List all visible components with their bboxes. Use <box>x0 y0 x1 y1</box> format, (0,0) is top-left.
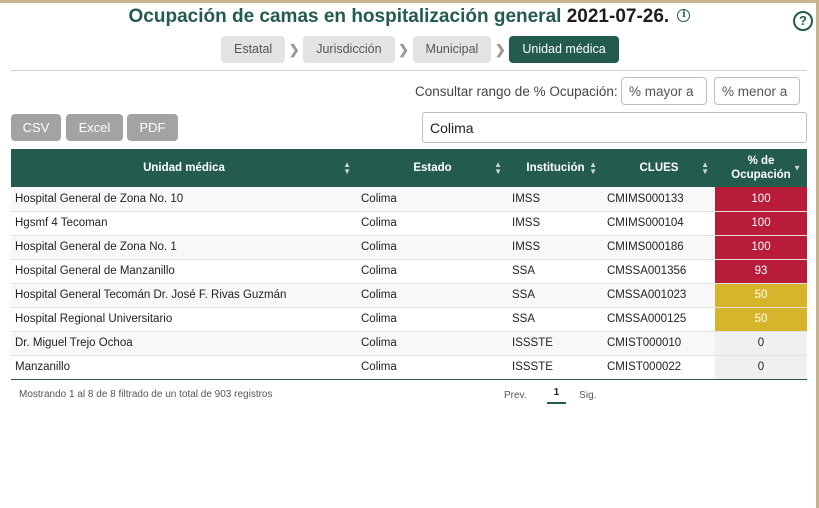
breadcrumb: Estatal ❯ Jurisdicción ❯ Municipal ❯ Uni… <box>221 36 619 63</box>
cell-ocupacion: 93 <box>715 259 807 283</box>
breadcrumb-municipal[interactable]: Municipal <box>412 36 492 63</box>
cell-unidad: Hospital General de Zona No. 10 <box>15 192 184 205</box>
breadcrumb-jurisdiccion[interactable]: Jurisdicción <box>303 36 395 63</box>
cell-clues: CMIMS000104 <box>607 217 684 229</box>
column-header-unidad[interactable]: Unidad médica ▲ ▼ <box>11 149 357 187</box>
min-percent-input[interactable] <box>621 77 707 105</box>
max-percent-input[interactable] <box>714 77 800 105</box>
cell-institucion: SSA <box>512 289 536 301</box>
cell-estado: Colima <box>361 313 397 325</box>
top-accent-line <box>0 0 819 3</box>
cell-unidad: Hospital General de Manzanillo <box>15 265 175 277</box>
cell-unidad: Dr. Miguel Trejo Ochoa <box>15 337 133 349</box>
cell-unidad: Hgsmf 4 Tecoman <box>15 217 108 229</box>
column-header-ocupacion[interactable]: % de Ocupación ▼ <box>715 149 807 187</box>
cell-ocupacion: 100 <box>715 211 807 235</box>
cell-institucion: IMSS <box>512 217 541 229</box>
info-icon[interactable]: i <box>677 9 691 22</box>
table-bottom-border <box>11 379 807 380</box>
column-header-institucion[interactable]: Institución ▲ ▼ <box>508 149 603 187</box>
table-row[interactable]: Manzanillo Colima ISSSTE CMIST000022 0 <box>11 355 807 379</box>
range-label: Consultar rango de % Ocupación: <box>415 84 618 99</box>
chevron-right-icon: ❯ <box>288 41 300 57</box>
csv-button[interactable]: CSV <box>11 114 61 141</box>
cell-unidad: Hospital General de Zona No. 1 <box>15 241 177 253</box>
help-icon[interactable]: ? <box>793 11 813 31</box>
cell-institucion: SSA <box>512 313 536 325</box>
cell-ocupacion: 50 <box>715 307 807 331</box>
cell-estado: Colima <box>361 217 397 229</box>
title-date: 2021-07-26. <box>566 6 670 27</box>
cell-unidad: Hospital Regional Universitario <box>15 313 173 325</box>
cell-estado: Colima <box>361 265 397 277</box>
table-info: Mostrando 1 al 8 de 8 filtrado de un tot… <box>19 389 273 400</box>
sort-icon: ▲ ▼ <box>343 160 351 176</box>
cell-ocupacion: 100 <box>715 235 807 259</box>
cell-clues: CMIMS000186 <box>607 241 684 253</box>
table-row[interactable]: Hospital General de Zona No. 1 Colima IMSS… <box>11 235 807 259</box>
table-body: Hospital General de Zona No. 10 Colima IMS… <box>11 187 807 379</box>
cell-estado: Colima <box>361 361 397 373</box>
page-title: Ocupación de camas en hospitalización ge… <box>0 6 819 28</box>
cell-clues: CMSSA001356 <box>607 265 687 277</box>
breadcrumb-unidad-medica[interactable]: Unidad médica <box>509 36 619 63</box>
sort-icon: ▲ ▼ <box>589 160 597 176</box>
cell-clues: CMSSA000125 <box>607 313 687 325</box>
pagination: Prev. 1 Sig. <box>504 387 596 404</box>
sort-desc-icon: ▼ <box>793 163 801 173</box>
cell-ocupacion: 50 <box>715 283 807 307</box>
column-header-estado[interactable]: Estado ▲ ▼ <box>357 149 508 187</box>
excel-button[interactable]: Excel <box>66 114 123 141</box>
search-input[interactable] <box>422 112 807 143</box>
table-row[interactable]: Hospital Regional Universitario Colima SSA… <box>11 307 807 331</box>
cell-clues: CMSSA001023 <box>607 289 687 301</box>
table-row[interactable]: Dr. Miguel Trejo Ochoa Colima ISSSTE CMIST0… <box>11 331 807 355</box>
cell-estado: Colima <box>361 241 397 253</box>
cell-institucion: ISSSTE <box>512 337 553 349</box>
table-header-row: Unidad médica ▲ ▼ Estado ▲ ▼ Institución ▲ ▼ C… <box>11 149 807 187</box>
pdf-button[interactable]: PDF <box>127 114 178 141</box>
table-row[interactable]: Hgsmf 4 Tecoman Colima IMSS CMIMS000104 100 <box>11 211 807 235</box>
breadcrumb-estatal[interactable]: Estatal <box>221 36 286 63</box>
cell-ocupacion: 100 <box>715 187 807 211</box>
table-row[interactable]: Hospital General de Zona No. 10 Colima IMS… <box>11 187 807 211</box>
sort-icon: ▲ ▼ <box>494 160 502 176</box>
table-row[interactable]: Hospital General de Manzanillo Colima SSA C… <box>11 259 807 283</box>
cell-unidad: Manzanillo <box>15 361 70 373</box>
cell-estado: Colima <box>361 289 397 301</box>
divider <box>11 70 807 71</box>
cell-institucion: IMSS <box>512 241 541 253</box>
next-button[interactable]: Sig. <box>579 390 596 401</box>
cell-clues: CMIST000022 <box>607 361 682 373</box>
cell-clues: CMIST000010 <box>607 337 682 349</box>
cell-estado: Colima <box>361 192 397 205</box>
chevron-right-icon: ❯ <box>398 41 409 57</box>
cell-ocupacion: 0 <box>715 331 807 355</box>
sort-icon: ▲ ▼ <box>701 160 709 176</box>
occupancy-table: Unidad médica ▲ ▼ Estado ▲ ▼ Institución ▲ ▼ C… <box>11 149 807 380</box>
cell-ocupacion: 0 <box>715 355 807 379</box>
page-1-button[interactable]: 1 <box>546 387 567 404</box>
cell-estado: Colima <box>361 337 397 349</box>
cell-institucion: SSA <box>512 265 536 277</box>
cell-unidad: Hospital General Tecomán Dr. José F. Riv… <box>15 289 287 301</box>
title-text: Ocupación de camas en hospitalización ge… <box>128 6 562 27</box>
table-row[interactable]: Hospital General Tecomán Dr. José F. Riv… <box>11 283 807 307</box>
cell-institucion: IMSS <box>512 192 541 205</box>
chevron-right-icon: ❯ <box>494 41 506 57</box>
column-header-clues[interactable]: CLUES ▲ ▼ <box>603 149 715 187</box>
cell-clues: CMIMS000133 <box>607 192 684 205</box>
cell-institucion: ISSSTE <box>512 361 553 373</box>
prev-button[interactable]: Prev. <box>504 390 527 401</box>
